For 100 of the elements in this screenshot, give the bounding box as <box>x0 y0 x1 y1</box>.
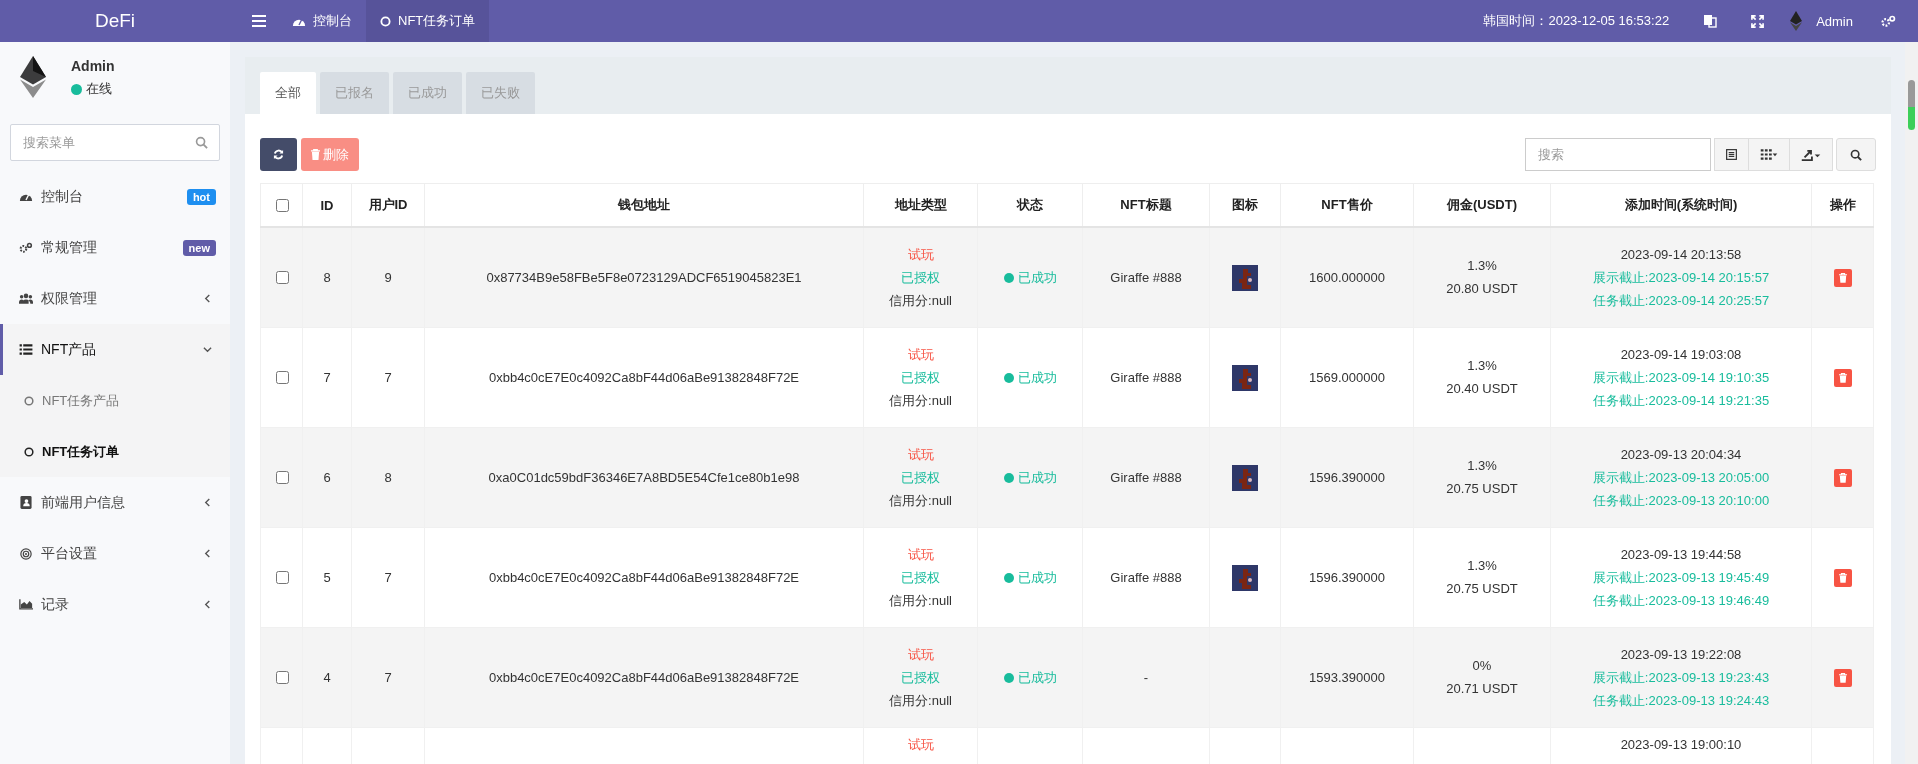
trash-icon <box>1838 472 1847 483</box>
id-text: 4 <box>323 670 331 685</box>
added-time-text: 2023-09-14 20:13:58 <box>1619 245 1743 264</box>
added-time-text: 2023-09-13 20:04:34 <box>1619 445 1743 464</box>
menu-search-field[interactable]: 搜索菜单 <box>10 124 220 161</box>
ethereum-avatar-icon[interactable] <box>1790 11 1803 31</box>
clock-text: 韩国时间：2023-12-05 16:53:22 <box>1483 12 1670 30</box>
commission-rate-text: 0% <box>1471 657 1493 675</box>
scrollbar[interactable] <box>1905 42 1918 764</box>
filter-tab[interactable]: 全部 <box>260 72 316 114</box>
price-text: 1596.390000 <box>1309 570 1385 585</box>
user-id-text: 7 <box>384 370 392 385</box>
refresh-icon <box>273 149 284 160</box>
menu-item[interactable]: 权限管理 <box>0 273 230 324</box>
user-id-text: 8 <box>384 470 392 485</box>
nft-title-text: Giraffe #888 <box>1110 470 1182 485</box>
submenu-item[interactable]: NFT任务订单 <box>0 426 230 477</box>
menu-item[interactable]: NFT产品 <box>0 324 230 375</box>
submenu-item[interactable]: NFT任务产品 <box>0 375 230 426</box>
user-id-text: 9 <box>384 270 392 285</box>
nav-tab[interactable]: NFT任务订单 <box>366 0 490 42</box>
row-checkbox[interactable] <box>275 671 289 684</box>
menu-label: 前端用户信息 <box>41 493 126 512</box>
user-id-text: 7 <box>384 570 392 585</box>
delete-row-button[interactable] <box>1833 668 1852 687</box>
user-name: Admin <box>71 58 115 74</box>
address-type-text: 试玩 <box>906 245 935 264</box>
chevron-left-icon <box>203 294 212 303</box>
address-type-text: 试玩 <box>906 545 935 564</box>
row-checkbox[interactable] <box>275 271 289 284</box>
status-text: 已成功 <box>1003 268 1057 287</box>
display-deadline-text: 展示截止:2023-09-14 20:15:57 <box>1591 268 1771 287</box>
wallet-address-text: 0xa0C01dc59bdF36346E7A8BD5E54Cfe1ce80b1e98 <box>488 470 800 485</box>
address-type-text: 试玩 <box>906 345 935 364</box>
address-type-text: 试玩 <box>906 445 935 464</box>
status-text: 已成功 <box>1003 568 1057 587</box>
search-button[interactable] <box>1836 138 1876 171</box>
id-text: 8 <box>323 270 331 285</box>
select-all-checkbox[interactable] <box>275 198 289 212</box>
menu-item[interactable]: 常规管理 new <box>0 222 230 273</box>
nft-title-text: Giraffe #888 <box>1110 570 1182 585</box>
refresh-button[interactable] <box>260 138 297 171</box>
menu-item[interactable]: 平台设置 <box>0 528 230 579</box>
display-deadline-text: 展示截止:2023-09-13 20:05:00 <box>1591 468 1771 487</box>
display-deadline-text: 展示截止:2023-09-14 19:10:35 <box>1591 368 1771 387</box>
settings-icon[interactable] <box>1881 14 1896 28</box>
address-type-text: 试玩 <box>906 736 935 754</box>
wallet-address-text: 0xbb4c0cE7E0c4092Ca8bF44d06aBe91382848F72E <box>488 670 800 685</box>
commission-amount-text: 20.80 USDT <box>1445 280 1519 298</box>
menu-label: NFT产品 <box>41 340 98 359</box>
ethereum-avatar-icon <box>20 56 46 98</box>
delete-row-button[interactable] <box>1833 368 1852 387</box>
chevron-down-icon <box>203 345 212 354</box>
added-time-text: 2023-09-13 19:44:58 <box>1619 545 1743 564</box>
address-type-text: 信用分:null <box>888 291 953 310</box>
id-text: 5 <box>323 570 331 585</box>
menu-label: 权限管理 <box>41 289 98 308</box>
gears-icon <box>19 241 33 254</box>
row-checkbox[interactable] <box>275 571 289 584</box>
commission-amount-text: 20.40 USDT <box>1445 380 1519 398</box>
chevron-left-icon <box>203 549 212 558</box>
logo-text[interactable]: DeFi <box>0 10 230 32</box>
delete-row-button[interactable] <box>1833 468 1852 487</box>
row-checkbox[interactable] <box>275 471 289 484</box>
address-type-text: 已授权 <box>900 468 941 487</box>
search-icon <box>195 136 208 149</box>
nft-title-text: Giraffe #888 <box>1110 270 1182 285</box>
online-status: 在线 <box>71 80 115 98</box>
menu-icon[interactable] <box>252 15 266 27</box>
menu-item[interactable]: 控制台 hot <box>0 171 230 222</box>
wallet-address-text: 0x87734B9e58FBe5F8e0723129ADCF6519045823E1 <box>486 270 802 285</box>
nav-tab[interactable]: 控制台 <box>278 0 366 42</box>
address-type-text: 信用分:null <box>888 391 953 410</box>
wallet-address-text: 0xbb4c0cE7E0c4092Ca8bF44d06aBe91382848F72E <box>488 570 800 585</box>
task-deadline-text: 任务截止:2023-09-13 19:46:49 <box>1591 591 1771 610</box>
menu-item[interactable]: 记录 <box>0 579 230 630</box>
status-text: 已成功 <box>1003 668 1057 687</box>
fullscreen-icon[interactable] <box>1751 14 1765 28</box>
export-button[interactable] <box>1789 138 1833 171</box>
circle-icon <box>24 395 34 406</box>
menu-item[interactable]: 前端用户信息 <box>0 477 230 528</box>
commission-rate-text: 1.3% <box>1466 557 1498 575</box>
address-type-text: 信用分:null <box>888 691 953 710</box>
address-type-text: 试玩 <box>906 645 935 664</box>
user-name[interactable]: Admin <box>1816 13 1853 29</box>
id-text: 7 <box>323 370 331 385</box>
chevron-left-icon <box>203 498 212 507</box>
menu-label: 控制台 <box>41 187 84 206</box>
commission-rate-text: 1.3% <box>1466 257 1498 275</box>
row-checkbox[interactable] <box>275 371 289 384</box>
target-icon <box>19 547 33 560</box>
toggle-view-button[interactable] <box>1714 138 1749 171</box>
delete-row-button[interactable] <box>1833 568 1852 587</box>
list-view-icon <box>1726 149 1737 160</box>
added-time-text: 2023-09-13 19:00:10 <box>1619 736 1743 754</box>
table-search-field[interactable]: 搜索 <box>1525 138 1711 171</box>
columns-button[interactable] <box>1748 138 1790 171</box>
delete-row-button[interactable] <box>1833 268 1852 287</box>
search-icon <box>1850 148 1862 161</box>
commission-rate-text: 1.3% <box>1466 457 1498 475</box>
